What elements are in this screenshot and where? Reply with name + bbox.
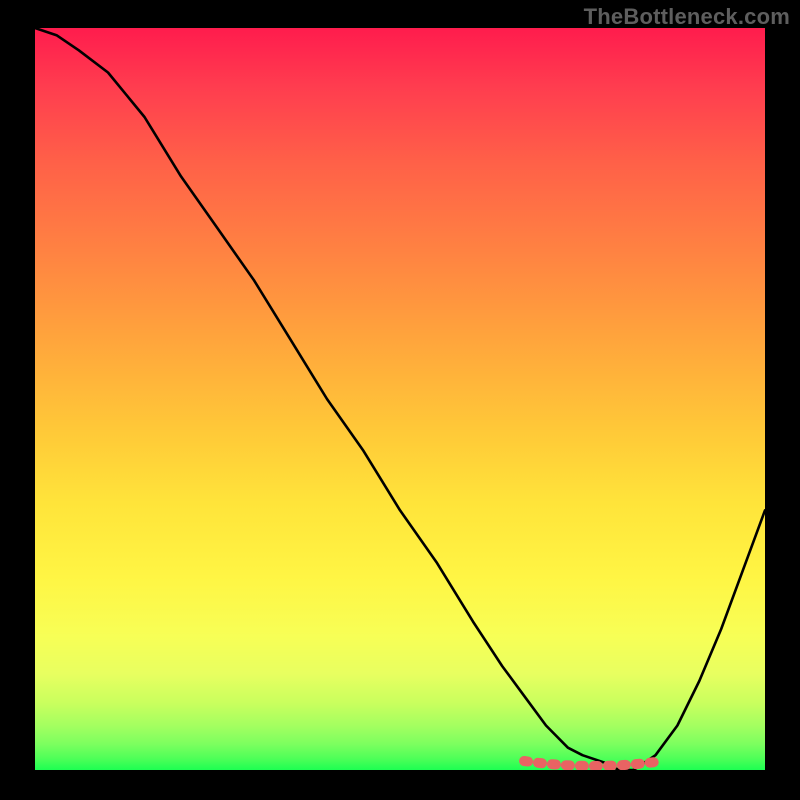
plot-area bbox=[35, 28, 765, 770]
bottleneck-curve bbox=[35, 28, 765, 770]
chart-svg bbox=[35, 28, 765, 770]
chart-frame: TheBottleneck.com bbox=[0, 0, 800, 800]
watermark-text: TheBottleneck.com bbox=[584, 4, 790, 30]
good-region-line bbox=[524, 761, 663, 766]
